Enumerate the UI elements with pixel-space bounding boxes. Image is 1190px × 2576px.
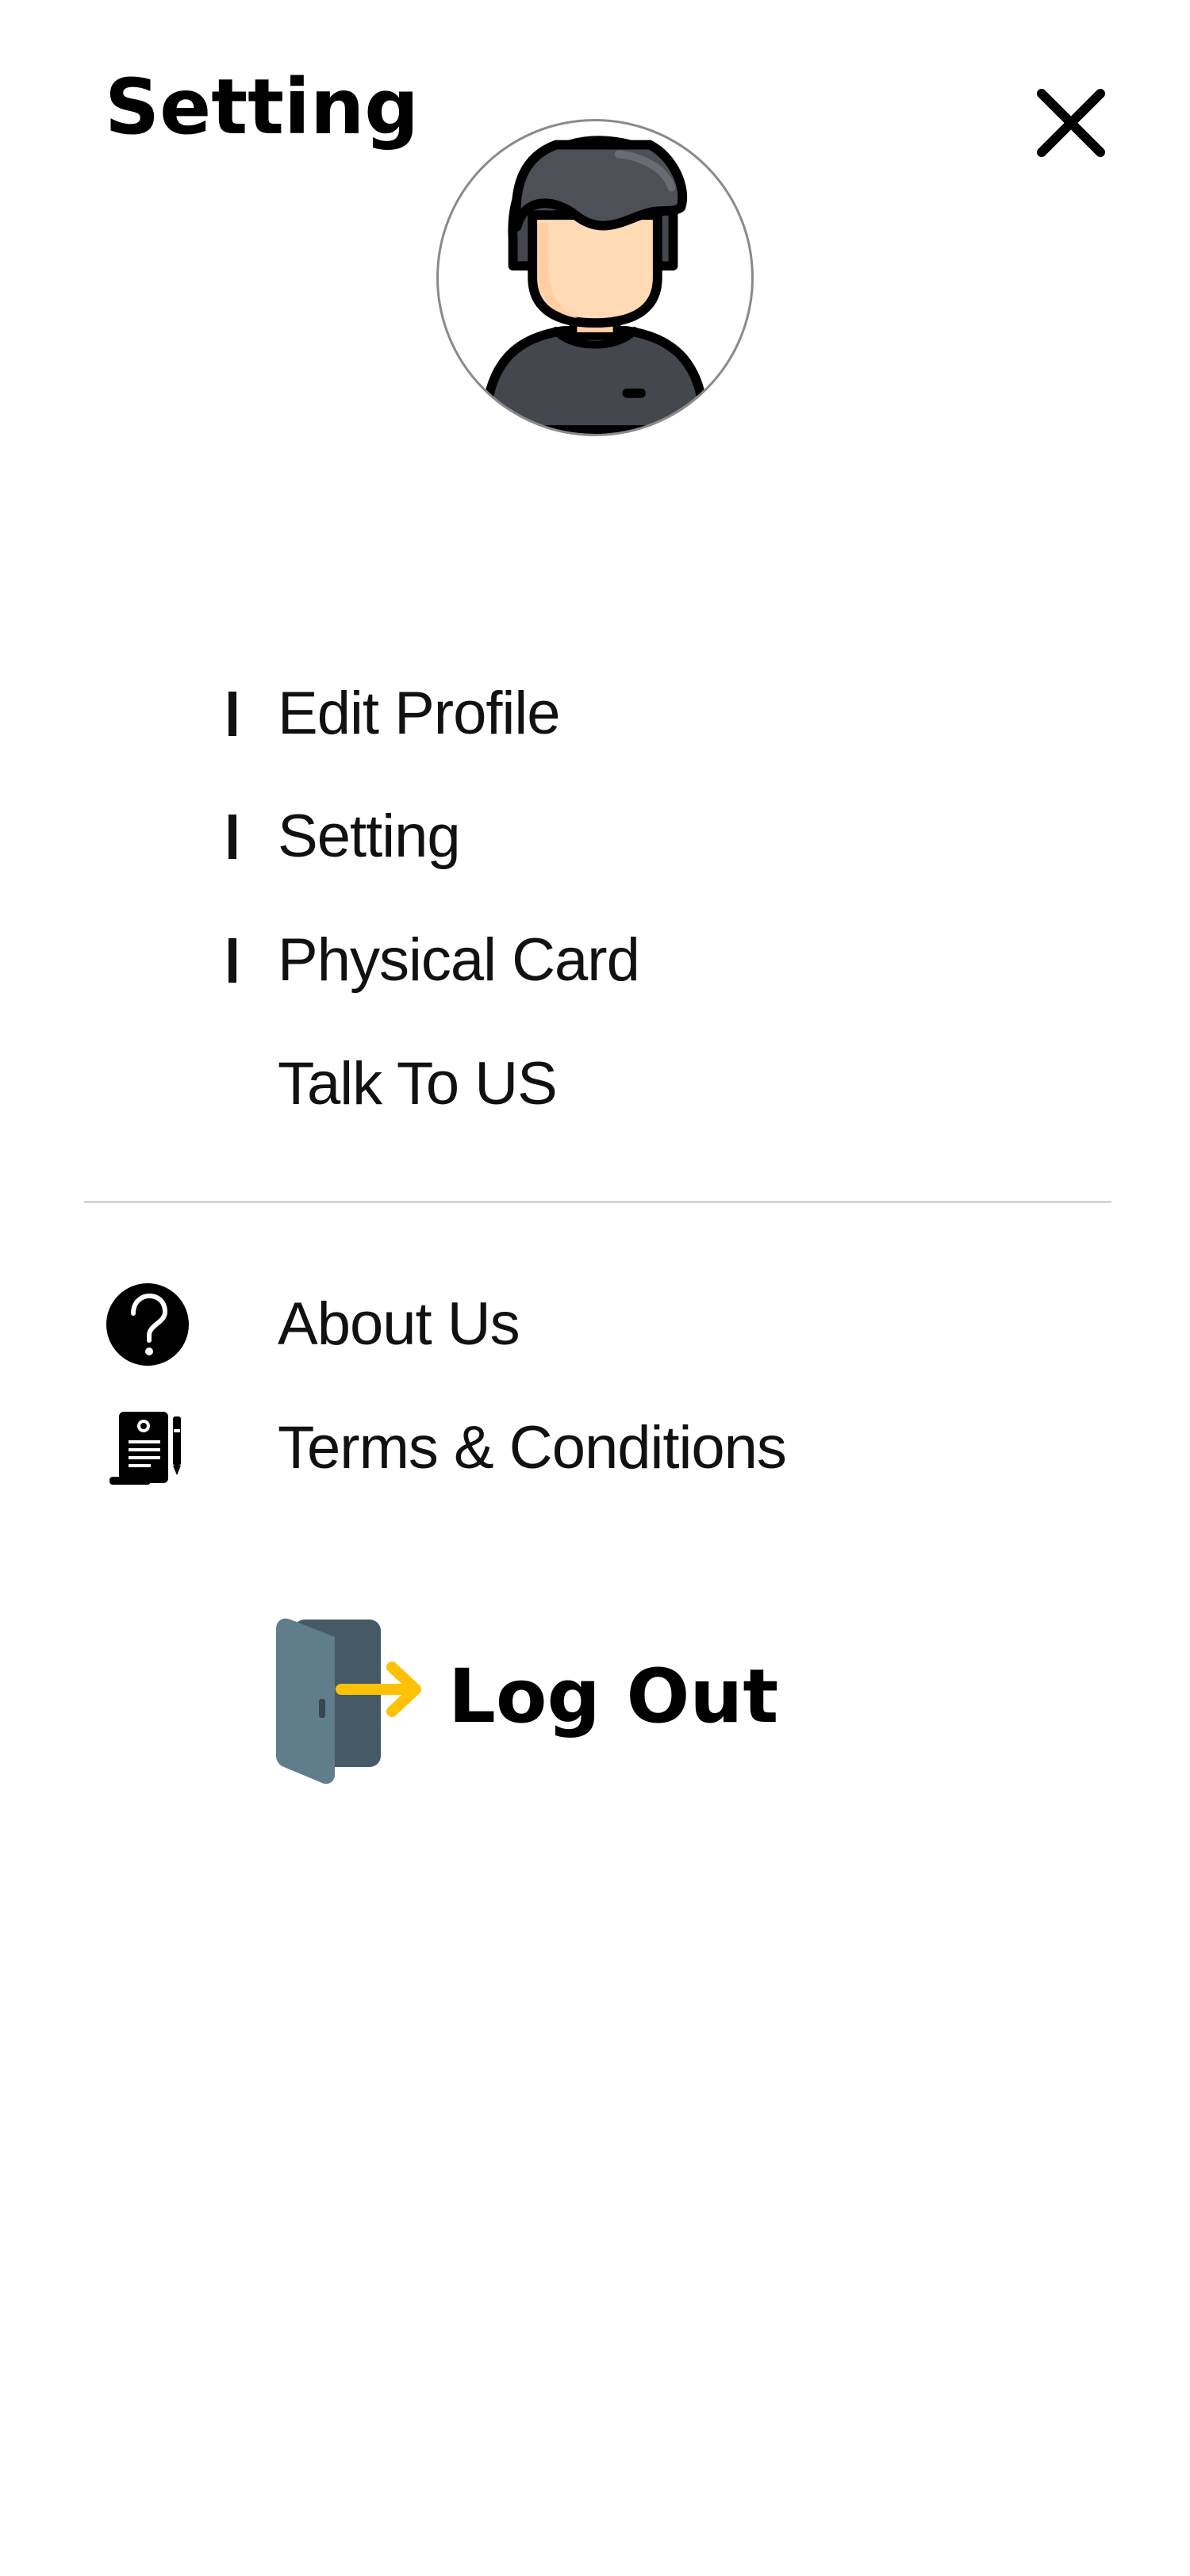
menu-item-talk-to-us[interactable]: Talk To US <box>214 1041 928 1128</box>
avatar[interactable] <box>436 119 754 436</box>
menu-item-marker <box>228 692 236 736</box>
menu-item-label: Physical Card <box>278 926 640 994</box>
page-title: Setting <box>105 63 419 151</box>
question-circle-icon <box>102 1278 194 1370</box>
door-exit-icon <box>262 1610 436 1784</box>
logout-button[interactable]: Log Out <box>254 1602 809 1792</box>
logout-label: Log Out <box>448 1654 779 1740</box>
menu-item-label: Setting <box>278 803 461 870</box>
menu-item-label: Talk To US <box>278 1050 558 1117</box>
divider <box>84 1201 1111 1203</box>
terms-conditions-item[interactable]: Terms & Conditions <box>95 1393 1008 1504</box>
about-us-item[interactable]: About Us <box>95 1269 1008 1380</box>
menu-item-setting[interactable]: Setting <box>214 793 928 880</box>
menu-item-marker <box>228 815 236 859</box>
menu-item-physical-card[interactable]: Physical Card <box>214 917 928 1004</box>
terms-conditions-label: Terms & Conditions <box>278 1414 787 1482</box>
about-us-label: About Us <box>278 1290 520 1358</box>
menu-item-edit-profile[interactable]: Edit Profile <box>214 670 928 757</box>
user-avatar-icon <box>481 136 709 434</box>
menu-item-marker <box>228 938 236 983</box>
close-button[interactable] <box>1027 79 1115 167</box>
document-pen-icon <box>102 1402 194 1494</box>
close-icon <box>1037 89 1105 157</box>
menu-item-label: Edit Profile <box>278 680 560 747</box>
